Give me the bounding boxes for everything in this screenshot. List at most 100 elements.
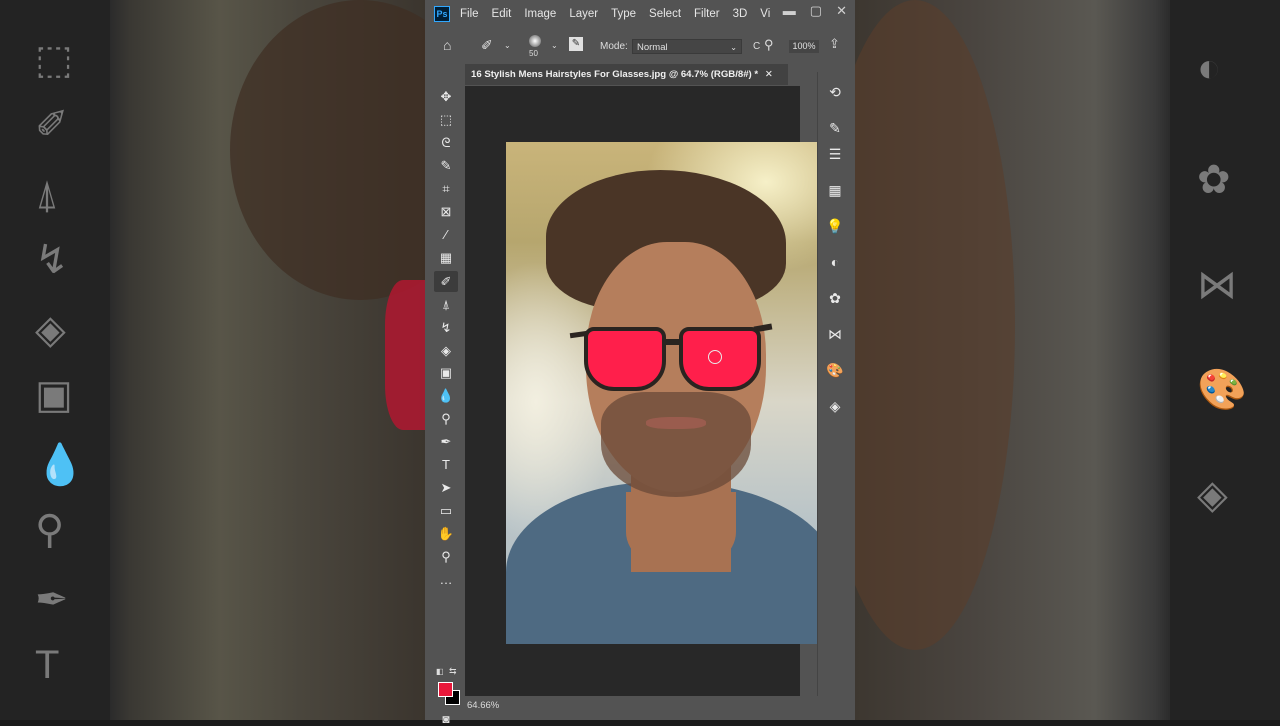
blurred-background-right: ◐ ✿ ⋈ 🎨 ◈ — [855, 0, 1280, 720]
layers-icon[interactable]: ◈ — [818, 398, 852, 415]
lasso-tool-icon[interactable]: ᘓ — [434, 132, 458, 153]
swatches-icon[interactable]: ▦ — [818, 182, 852, 199]
history-brush-tool-icon[interactable]: ↯ — [434, 317, 458, 338]
zoom-level[interactable]: 64.66% — [467, 700, 499, 711]
quick-select-tool-icon[interactable]: ✎ — [434, 155, 458, 176]
eraser-tool-icon[interactable]: ◈ — [434, 340, 458, 361]
patch-tool-icon[interactable]: ▦ — [434, 247, 458, 268]
hand-tool-icon[interactable]: ✋ — [434, 523, 458, 544]
blurred-tool-icon: ✐ — [35, 103, 69, 147]
menu-layer[interactable]: Layer — [569, 8, 598, 20]
gradient-tool-icon[interactable]: ▣ — [434, 362, 458, 383]
canvas-area[interactable] — [465, 86, 840, 696]
blurred-tool-icon: ⍋ — [35, 173, 59, 217]
maximize-icon[interactable]: ▢ — [810, 3, 822, 19]
path-select-tool-icon[interactable]: ➤ — [434, 477, 458, 498]
truncated-label: C — [753, 41, 761, 52]
blurred-tool-icon: ✒ — [35, 578, 69, 622]
blurred-tool-icon: ⚲ — [35, 508, 65, 552]
crop-tool-icon[interactable]: ⌗ — [434, 178, 458, 199]
status-bar: 64.66% — [465, 698, 797, 718]
right-panel-dock: ⟲ ✎ ☰ ▦ 💡 ◐ ✿ ⋈ 🎨 ◈ — [817, 72, 852, 696]
move-tool-icon[interactable]: ✥ — [434, 86, 458, 107]
blurred-panel-icon: ◐ — [1197, 46, 1222, 90]
blurred-panel-icon: ◈ — [1197, 473, 1228, 517]
document-tab[interactable]: 16 Stylish Mens Hairstyles For Glasses.j… — [465, 64, 788, 85]
blurred-face-right — [855, 0, 1015, 650]
styles-icon[interactable]: 🎨 — [818, 362, 852, 379]
blurred-panel-icon: 🎨 — [1197, 368, 1247, 412]
history-panel-icon[interactable]: ⟲ — [818, 84, 852, 101]
brush-preset-icon[interactable]: ✐ — [481, 37, 493, 54]
glasses-bridge — [666, 339, 683, 345]
menu-bar: Ps File Edit Image Layer Type Select Filter 3D V… — [425, 0, 855, 28]
swap-colors-icon[interactable]: ⇆ — [449, 666, 457, 677]
more-tools-icon[interactable]: … — [434, 569, 458, 590]
foreground-color-swatch[interactable] — [438, 682, 453, 697]
paths-icon[interactable]: ⋈ — [818, 326, 852, 343]
marquee-tool-icon[interactable]: ⬚ — [434, 109, 458, 130]
blurred-panel-right — [1170, 0, 1280, 720]
close-window-icon[interactable]: ✕ — [836, 3, 847, 19]
stamp-tool-icon[interactable]: ⍋ — [434, 294, 458, 315]
window-controls: ▬ ▢ ✕ — [783, 3, 847, 19]
blur-tool-icon[interactable]: 💧 — [434, 385, 458, 406]
brush-size-label: 50 — [529, 49, 538, 58]
document-title: 16 Stylish Mens Hairstyles For Glasses.j… — [471, 69, 759, 80]
zoom-field[interactable]: 100% — [789, 40, 819, 53]
color-icon[interactable]: ✿ — [818, 290, 852, 307]
menu-type[interactable]: Type — [611, 8, 636, 20]
blurred-lens-left — [385, 280, 425, 430]
blurred-panel-icon: ⋈ — [1197, 263, 1237, 307]
menu-vi[interactable]: Vi — [760, 8, 770, 20]
blurred-tool-icon: 💧 — [35, 443, 85, 487]
blurred-tool-icon: ⬚ — [35, 38, 73, 82]
blurred-tool-icon: ↯ — [35, 238, 69, 282]
blend-mode-select[interactable]: Normal ⌄ — [632, 39, 742, 54]
rectangle-tool-icon[interactable]: ▭ — [434, 500, 458, 521]
zoom-tool-icon[interactable]: ⚲ — [434, 546, 458, 567]
eyedropper-tool-icon[interactable]: ⁄ — [434, 224, 458, 245]
close-tab-icon[interactable]: ✕ — [765, 69, 773, 80]
blurred-tool-icon: T — [35, 643, 60, 687]
menu-file[interactable]: File — [460, 8, 479, 20]
brush-panel-icon[interactable]: ✎ — [569, 37, 583, 51]
tools-panel: ✥⬚ᘓ✎⌗⊠⁄▦✐⍋↯◈▣💧⚲✒T➤▭✋⚲… ◧ ⇆ ◙ ⧉ — [430, 72, 461, 726]
blurred-background-left: ⬚ ✐ ⍋ ↯ ◈ ▣ 💧 ⚲ ✒ T — [0, 0, 425, 720]
pen-tool-icon[interactable]: ✒ — [434, 431, 458, 452]
menu-filter[interactable]: Filter — [694, 8, 720, 20]
brush-settings-icon[interactable]: ✎ — [818, 120, 852, 137]
adjustments-icon[interactable]: ◐ — [818, 254, 852, 270]
menu-image[interactable]: Image — [524, 8, 556, 20]
type-tool-icon[interactable]: T — [434, 454, 458, 475]
quick-mask-icon[interactable]: ◙ — [436, 712, 456, 726]
learn-icon[interactable]: 💡 — [818, 218, 852, 235]
brush-tool-icon[interactable]: ✐ — [434, 271, 458, 292]
share-icon[interactable]: ⇪ — [829, 36, 840, 52]
brush-tip-icon[interactable] — [529, 35, 541, 47]
frame-tool-icon[interactable]: ⊠ — [434, 201, 458, 222]
blurred-tool-icon: ▣ — [35, 373, 73, 417]
glasses-lens-left — [584, 327, 666, 391]
adjust-panel-icon[interactable]: ☰ — [818, 146, 852, 163]
chevron-down-icon[interactable]: ⌄ — [504, 41, 511, 50]
search-icon[interactable]: ⚲ — [764, 37, 774, 53]
minimize-icon[interactable]: ▬ — [783, 3, 796, 19]
document-image[interactable] — [506, 142, 840, 644]
blurred-tool-icon: ◈ — [35, 308, 66, 352]
menu-select[interactable]: Select — [649, 8, 681, 20]
menu-3d[interactable]: 3D — [733, 8, 748, 20]
brush-cursor — [708, 350, 722, 364]
mouth — [646, 417, 706, 429]
photoshop-logo-icon[interactable]: Ps — [434, 6, 450, 22]
chevron-down-icon[interactable]: ⌄ — [551, 41, 558, 50]
home-icon[interactable]: ⌂ — [443, 37, 451, 53]
default-colors-icon[interactable]: ◧ — [436, 667, 444, 676]
blend-mode-value: Normal — [637, 42, 668, 53]
menu-edit[interactable]: Edit — [492, 8, 512, 20]
dodge-tool-icon[interactable]: ⚲ — [434, 408, 458, 429]
beard — [601, 392, 751, 497]
photoshop-window: Ps File Edit Image Layer Type Select Filter 3D V… — [425, 0, 855, 726]
options-bar: ⌂ ✐ ⌄ 50 ⌄ ✎ Mode: Normal ⌄ C ⚲ 100% ⇪ — [425, 32, 855, 60]
blurred-panel-icon: ✿ — [1197, 158, 1231, 202]
